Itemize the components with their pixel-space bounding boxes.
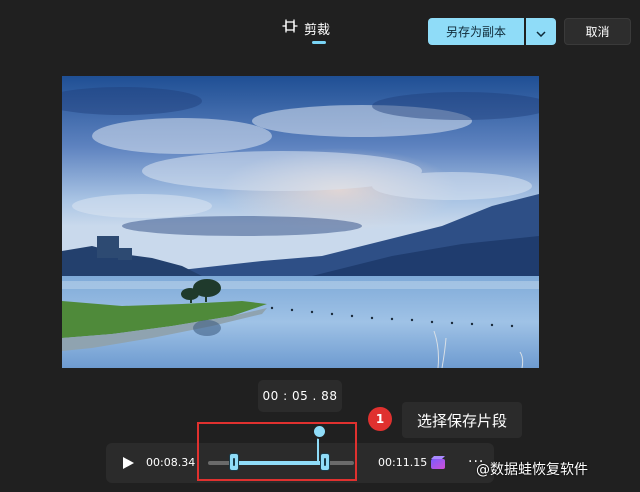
trim-start-time: 00:08.34	[146, 456, 196, 469]
trim-start-handle[interactable]	[229, 453, 239, 471]
save-button-group: 另存为副本	[428, 18, 556, 45]
current-time-readout: 00 : 05 . 88	[258, 380, 342, 412]
cancel-button[interactable]: 取消	[564, 18, 631, 45]
annotation-callout: 选择保存片段	[402, 402, 522, 438]
video-frame-image	[62, 76, 539, 368]
watermark: @数据蛙恢复软件	[476, 458, 588, 480]
step-number-badge: 1	[368, 407, 392, 431]
trim-end-time: 00:11.15	[378, 456, 428, 469]
save-as-copy-button[interactable]: 另存为副本	[428, 18, 524, 45]
watermark-text: @数据蛙恢复软件	[476, 462, 588, 478]
play-icon	[120, 456, 136, 475]
tab-trim-label: 剪裁	[304, 22, 331, 38]
play-button[interactable]	[120, 455, 136, 471]
playhead-handle[interactable]	[312, 424, 327, 439]
video-preview	[62, 76, 539, 368]
save-options-dropdown[interactable]	[526, 18, 556, 45]
trim-end-handle[interactable]	[320, 453, 330, 471]
chevron-down-icon	[536, 22, 546, 41]
trim-icon	[282, 19, 298, 37]
clip-icon[interactable]	[430, 455, 446, 471]
tab-trim[interactable]: 剪裁	[282, 16, 331, 44]
playback-bar: 00:08.34 00:11.15 ···	[106, 443, 494, 483]
timeline-selected-range	[234, 461, 325, 465]
video-editor-window: 剪裁 另存为副本 取消 00: 05 . 88 1 选择保存片段 00:08.…	[0, 0, 640, 492]
tab-active-indicator	[312, 41, 326, 44]
